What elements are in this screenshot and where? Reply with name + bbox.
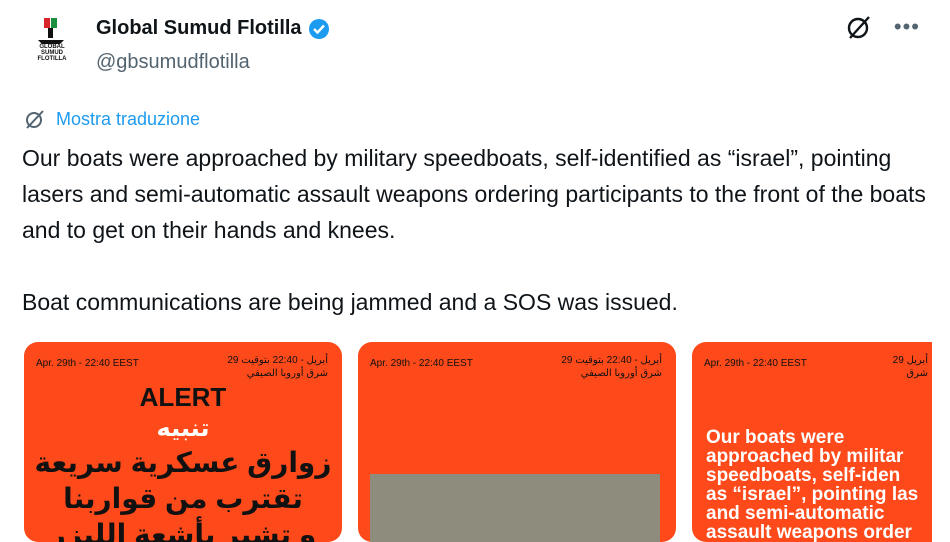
boat-photo (370, 474, 660, 542)
alert-title: ALERT (139, 382, 227, 412)
avatar[interactable]: GLOBAL SUMUD FLOTILLA (24, 10, 80, 66)
card-date: Apr. 29th - 22:40 EEST (36, 358, 139, 369)
translate-label[interactable]: Mostra traduzione (56, 109, 200, 130)
author-name[interactable]: Global Sumud Flotilla (96, 17, 302, 40)
translate-icon (26, 110, 44, 129)
author-name-row[interactable]: Global Sumud Flotilla (96, 17, 330, 40)
card-text-line: تقترب من قواربنا (63, 483, 303, 514)
card-date-ar: 29 أبريل - 22:40 بتوقيت شرق أوروبا الصيف… (227, 355, 328, 379)
card-text: Our boats were approached by militar spe… (706, 427, 919, 542)
card-date-ar: 29 أبريل - 22:40 بتوقيت شرق أوروبا الصيف… (561, 355, 662, 379)
card-date-ar: 29 أبريل شرق (892, 355, 928, 379)
media-card-3[interactable]: Apr. 29th - 22:40 EEST 29 أبريل شرق Our … (692, 342, 932, 542)
verified-badge-icon (308, 18, 329, 39)
grok-icon[interactable] (846, 14, 872, 40)
media-card-1[interactable]: Apr. 29th - 22:40 EEST 29 أبريل - 22:40 … (24, 342, 342, 542)
card-date: Apr. 29th - 22:40 EEST (370, 358, 473, 369)
card-date: Apr. 29th - 22:40 EEST (704, 358, 807, 369)
card-text-line: و تشير بأشعة الليزر (49, 519, 317, 542)
more-icon[interactable]: ••• (894, 14, 920, 40)
translate-link[interactable]: Mostra traduzione (24, 108, 200, 130)
author-handle[interactable]: @gbsumudflotilla (96, 51, 250, 74)
card-text-line: زوارق عسكرية سريعة (34, 447, 332, 478)
alert-title-ar: تنبيه (156, 415, 210, 442)
tweet-text: Our boats were approached by military sp… (22, 140, 932, 320)
media-card-2[interactable]: Apr. 29th - 22:40 EEST 29 أبريل - 22:40 … (358, 342, 676, 542)
avatar-label: GLOBAL SUMUD FLOTILLA (37, 44, 67, 62)
tweet-paragraph-2: Boat communications are being jammed and… (22, 289, 678, 315)
tweet-paragraph-1: Our boats were approached by military sp… (22, 145, 926, 243)
